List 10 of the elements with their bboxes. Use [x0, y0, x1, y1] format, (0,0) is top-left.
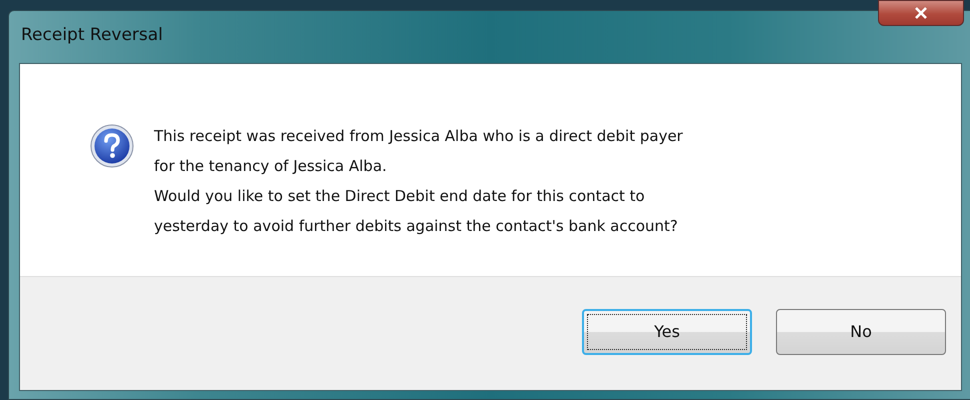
message-text: This receipt was received from Jessica Alba who is a direct debit payer	[154, 126, 683, 147]
message-text: yesterday to avoid further debits against the contact's bank account?	[154, 216, 679, 237]
question-icon	[90, 124, 134, 168]
close-icon	[914, 7, 928, 19]
dialog-button[interactable]: No	[776, 308, 946, 354]
dialog-button[interactable]: Yes	[582, 308, 752, 354]
message-text: Would you like to set the Direct Debit end date for this contact to	[154, 186, 646, 207]
window-title: Receipt Reversal	[21, 25, 163, 45]
message-text: for the tenancy of Jessica Alba.	[154, 156, 388, 177]
close-button[interactable]	[878, 0, 964, 26]
